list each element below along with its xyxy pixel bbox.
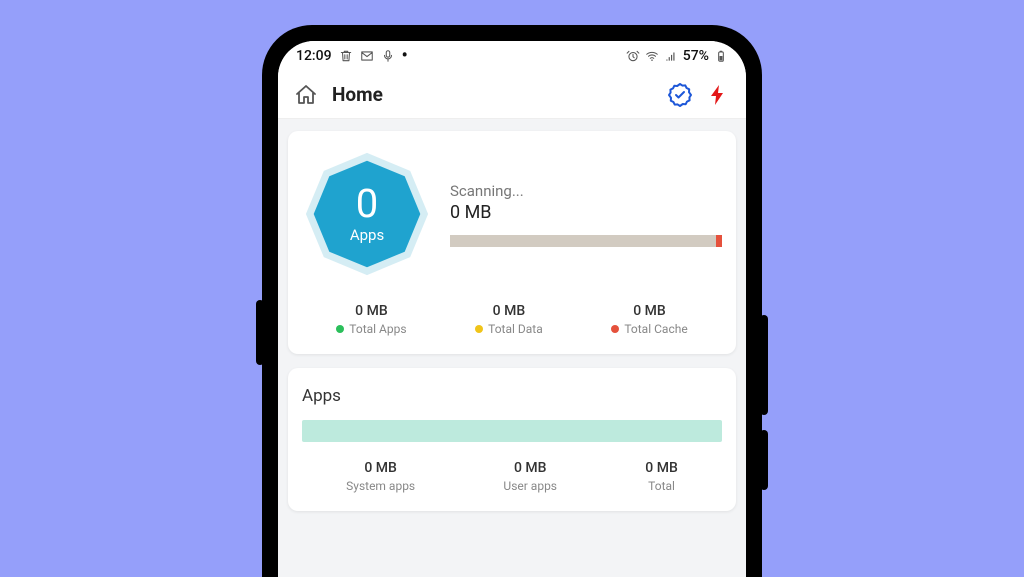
home-icon[interactable] xyxy=(294,83,318,107)
total-apps2-stat: 0 MB Total xyxy=(645,460,678,493)
total-apps2-value: 0 MB xyxy=(645,460,678,476)
total-data-stat: 0 MB Total Data xyxy=(475,303,543,336)
apps-section-title: Apps xyxy=(302,386,722,406)
status-time: 12:09 xyxy=(296,48,332,64)
scan-size: 0 MB xyxy=(450,202,722,223)
total-apps2-label: Total xyxy=(648,479,675,493)
apps-totals: 0 MB System apps 0 MB User apps 0 MB Tot… xyxy=(302,460,722,493)
mic-icon xyxy=(381,49,395,63)
total-cache-value: 0 MB xyxy=(611,303,687,319)
total-apps-label: Total Apps xyxy=(349,322,406,336)
dot-icon xyxy=(475,325,483,333)
app-header: Home xyxy=(278,71,746,119)
apps-card: Apps 0 MB System apps 0 MB User apps 0 M… xyxy=(288,368,736,511)
user-apps-value: 0 MB xyxy=(503,460,557,476)
bolt-icon[interactable] xyxy=(706,83,730,107)
summary-totals: 0 MB Total Apps 0 MB Total Data 0 MB Tot… xyxy=(302,303,722,336)
gmail-icon xyxy=(360,49,374,63)
summary-card: 0 Apps Scanning... 0 MB 0 MB xyxy=(288,131,736,354)
total-cache-stat: 0 MB Total Cache xyxy=(611,303,687,336)
signal-icon xyxy=(664,49,678,63)
system-apps-stat: 0 MB System apps xyxy=(346,460,415,493)
system-apps-value: 0 MB xyxy=(346,460,415,476)
total-cache-label: Total Cache xyxy=(624,322,687,336)
total-data-label: Total Data xyxy=(488,322,543,336)
status-bar: 12:09 • xyxy=(278,41,746,71)
content-area: 0 Apps Scanning... 0 MB 0 MB xyxy=(278,119,746,577)
scan-progress-bar xyxy=(450,235,722,247)
page-title: Home xyxy=(332,83,654,106)
apps-usage-bar xyxy=(302,420,722,442)
scan-status: Scanning... xyxy=(450,182,722,200)
wifi-icon xyxy=(645,49,659,63)
apps-count-value: 0 xyxy=(350,184,384,224)
dot-icon xyxy=(336,325,344,333)
dot-icon xyxy=(611,325,619,333)
user-apps-label: User apps xyxy=(503,479,557,493)
verified-gear-icon[interactable] xyxy=(668,83,692,107)
total-apps-value: 0 MB xyxy=(336,303,406,319)
battery-icon xyxy=(714,49,728,63)
apps-count-badge[interactable]: 0 Apps xyxy=(302,149,432,279)
alarm-icon xyxy=(626,49,640,63)
trash-icon xyxy=(339,49,353,63)
battery-pct: 57% xyxy=(683,48,709,64)
total-data-value: 0 MB xyxy=(475,303,543,319)
apps-count-label: Apps xyxy=(350,226,384,244)
user-apps-stat: 0 MB User apps xyxy=(503,460,557,493)
total-apps-stat: 0 MB Total Apps xyxy=(336,303,406,336)
scan-progress-cap xyxy=(716,235,722,247)
system-apps-label: System apps xyxy=(346,479,415,493)
